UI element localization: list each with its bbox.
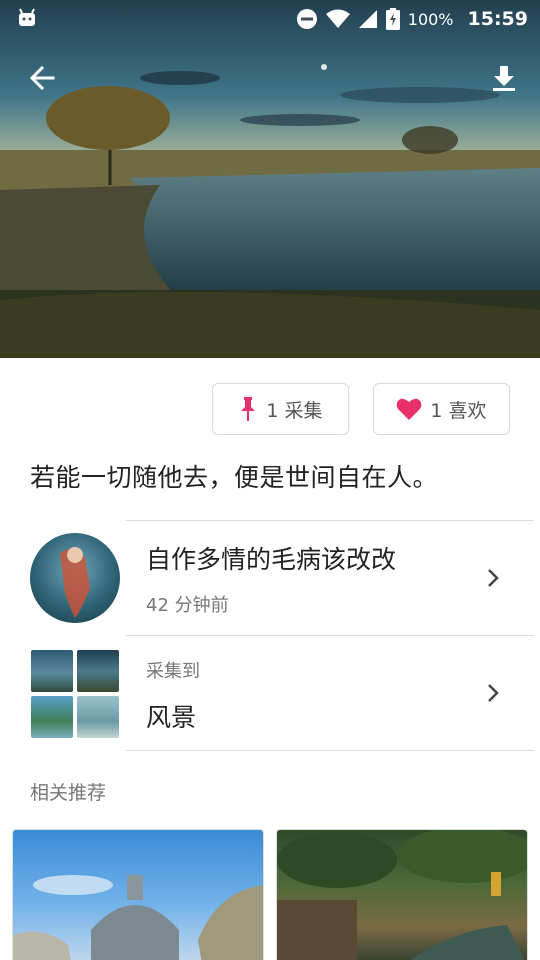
avatar-image (60, 547, 90, 618)
avatar[interactable] (30, 533, 120, 623)
related-pin-card[interactable] (276, 829, 528, 960)
signal-icon (358, 10, 377, 28)
post-time: 42 分钟前 (146, 595, 229, 616)
board-thumbnail-grid (31, 650, 119, 738)
back-arrow-icon (29, 65, 55, 91)
board-thumbnail (77, 696, 119, 738)
download-button[interactable] (484, 58, 524, 98)
related-pin-card[interactable] (12, 829, 264, 960)
pin-description: 若能一切随他去，便是世间自在人。 (30, 463, 439, 492)
board-thumbnail (31, 696, 73, 738)
related-pin-image (13, 875, 263, 960)
clock: 15:59 (467, 8, 528, 30)
dnd-icon (296, 9, 317, 29)
chevron-right-icon (488, 684, 499, 702)
collect-button[interactable]: 1 采集 (212, 383, 349, 435)
board-name[interactable]: 风景 (146, 698, 196, 734)
pin-image[interactable] (0, 0, 540, 358)
wifi-icon (325, 9, 350, 28)
related-section-title: 相关推荐 (30, 782, 107, 804)
battery-icon (385, 8, 400, 30)
android-icon (19, 8, 35, 26)
board-thumbnail (31, 650, 73, 692)
related-pin-image (277, 830, 527, 960)
collected-to-label: 采集到 (146, 661, 200, 682)
author-name[interactable]: 自作多情的毛病该改改 (146, 540, 396, 576)
like-count: 1 喜欢 (430, 399, 487, 422)
chevron-right-icon (488, 569, 499, 587)
heart-icon (397, 398, 422, 420)
divider (126, 750, 534, 751)
pin-icon (241, 397, 256, 421)
back-button[interactable] (22, 58, 62, 98)
board-thumbnail (77, 650, 119, 692)
like-button[interactable]: 1 喜欢 (373, 383, 510, 435)
battery-percent: 100% (407, 9, 454, 29)
landscape-illustration (0, 0, 540, 358)
download-icon (493, 66, 515, 91)
collect-count: 1 采集 (266, 399, 323, 422)
status-bar: 100% 15:59 (0, 0, 540, 38)
